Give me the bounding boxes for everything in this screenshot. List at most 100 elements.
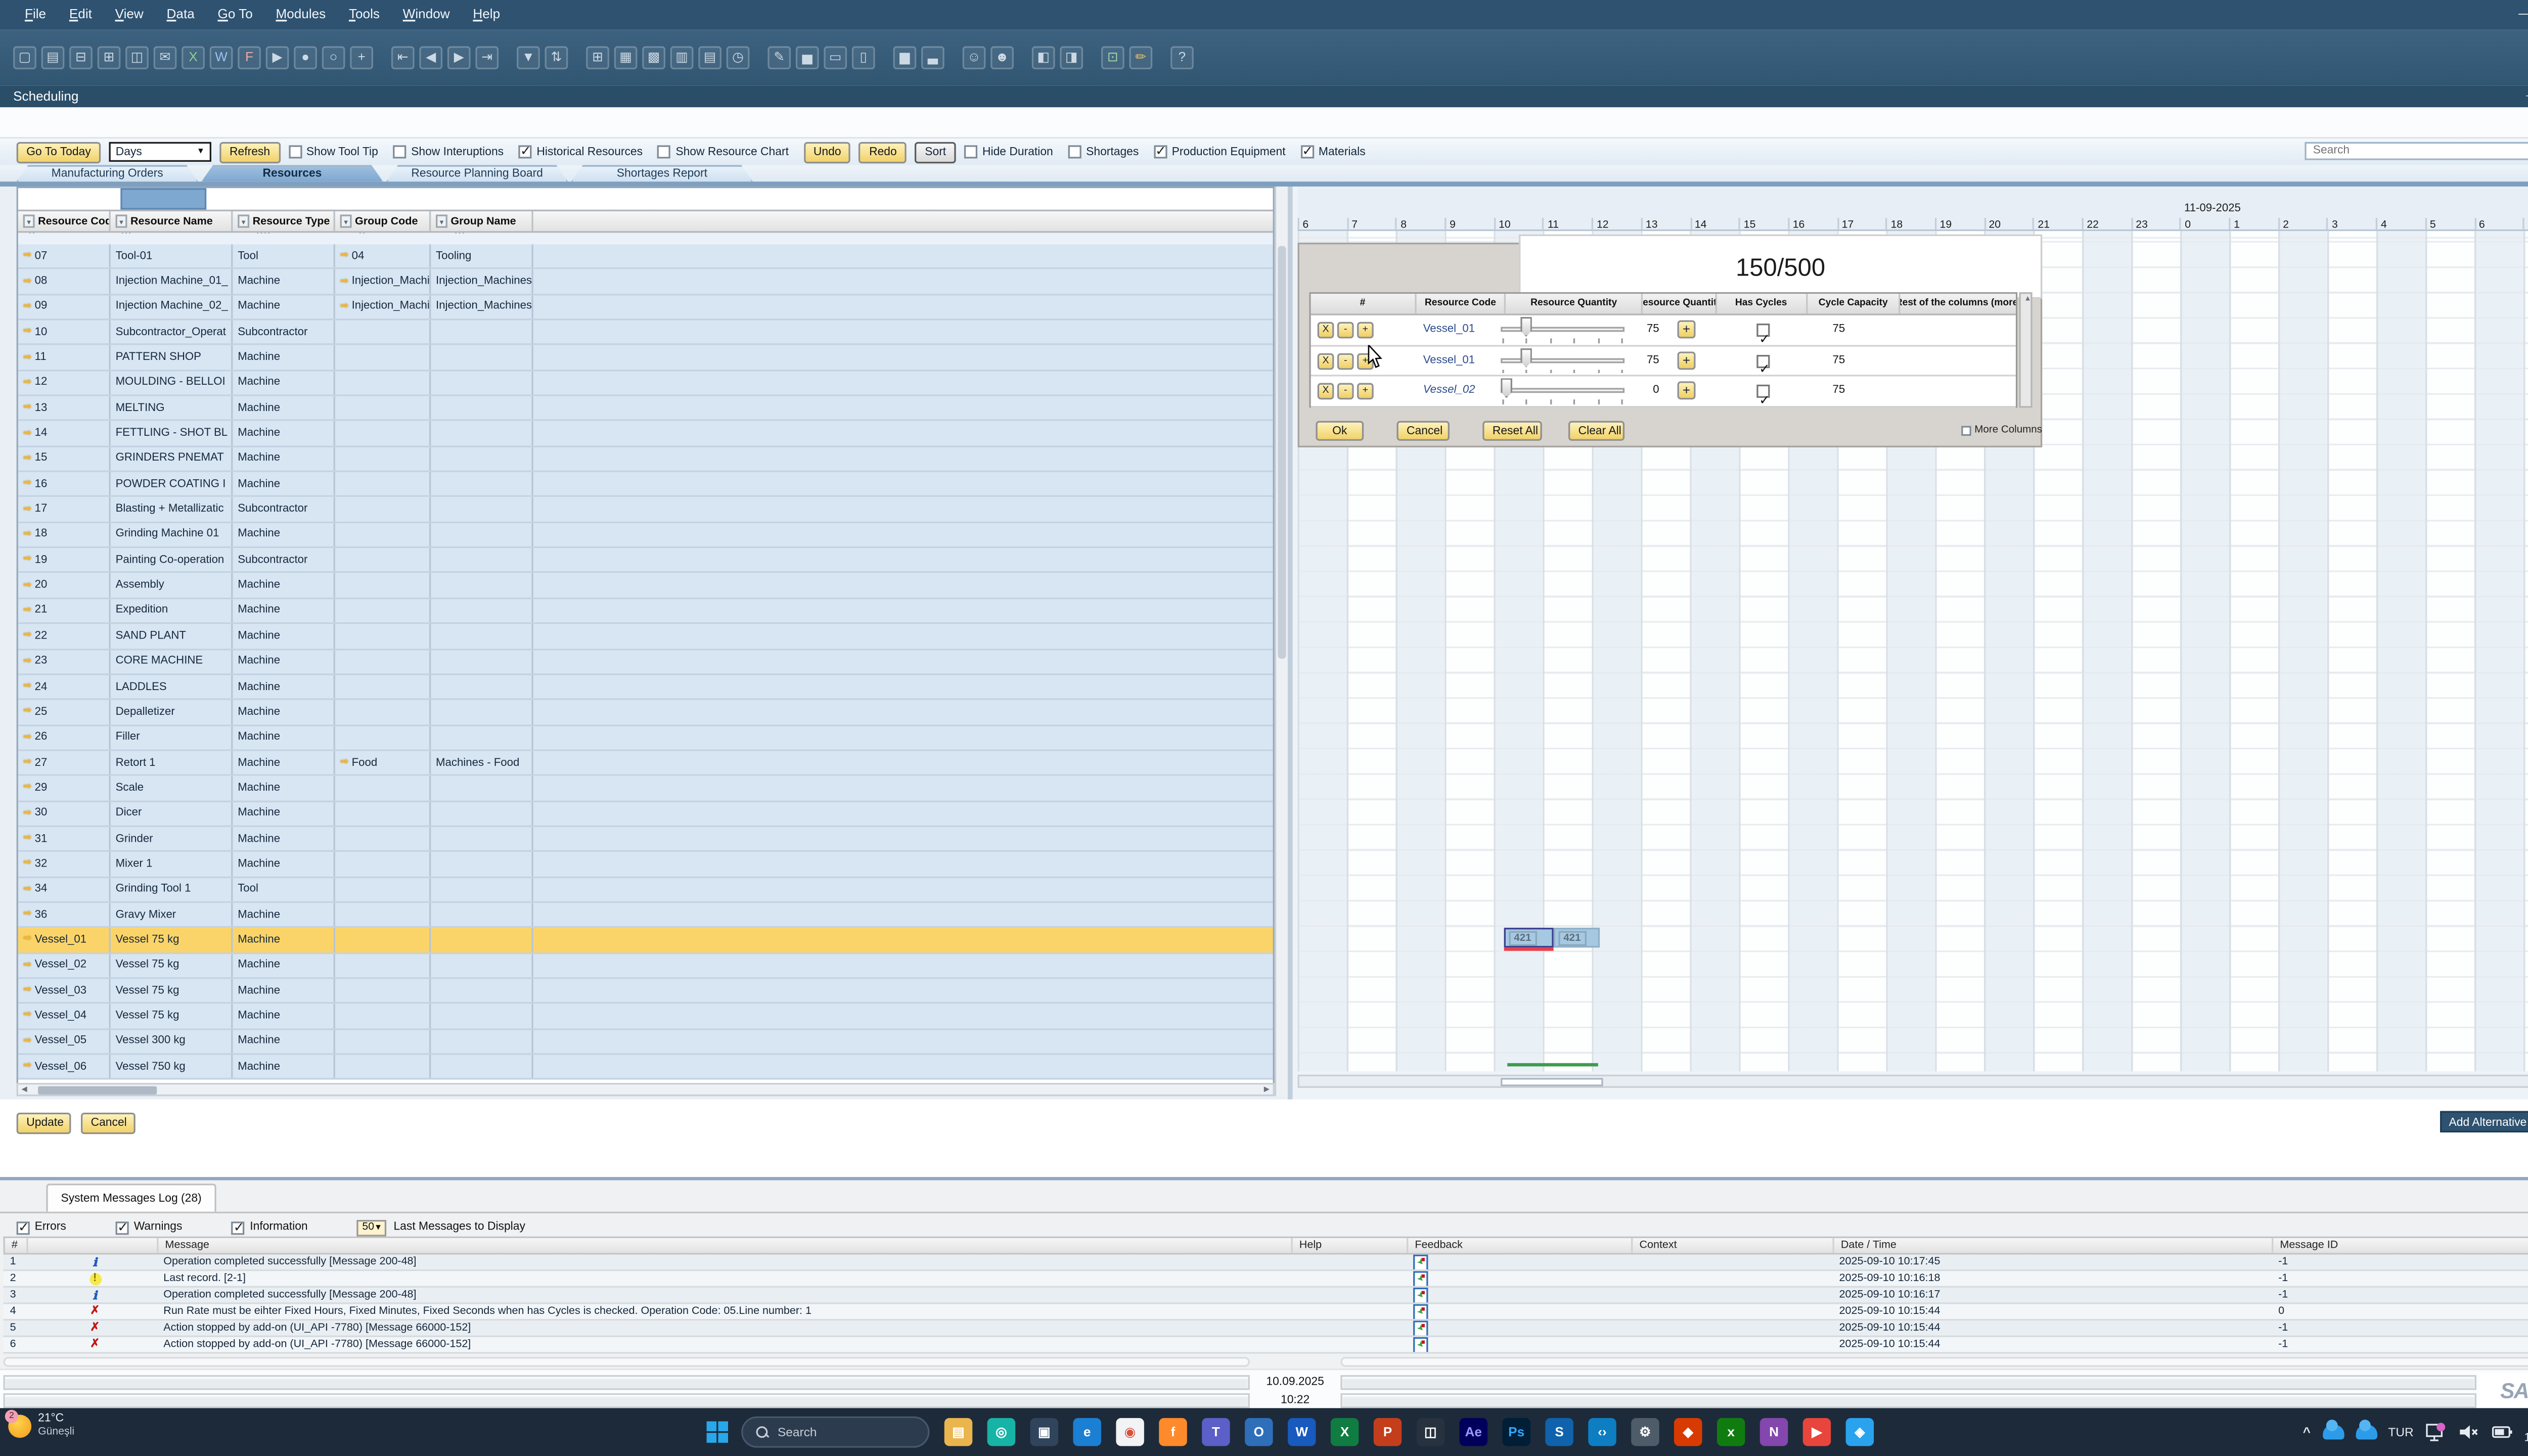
help-icon[interactable]: ? xyxy=(1170,46,1194,69)
link-arrow-icon[interactable]: ➡ xyxy=(340,277,348,287)
app-icon-06[interactable]: f xyxy=(1159,1418,1187,1446)
resource-row[interactable]: ➡Vessel_02Vessel 75 kgMachine xyxy=(18,953,1273,979)
link-arrow-icon[interactable]: ➡ xyxy=(23,505,31,515)
resource-row[interactable]: ➡11PATTERN SHOPMachine xyxy=(18,346,1273,371)
link-arrow-icon[interactable]: ➡ xyxy=(23,961,31,971)
row-delete-button[interactable]: X xyxy=(1318,322,1334,339)
users-icon[interactable]: ☻ xyxy=(990,46,1014,69)
link-arrow-icon[interactable]: ➡ xyxy=(23,758,31,768)
link-arrow-icon[interactable]: ➡ xyxy=(23,555,31,565)
link-arrow-icon[interactable]: ➡ xyxy=(23,631,31,641)
row-decrease-button[interactable]: - xyxy=(1337,352,1354,369)
menu-item-go-to[interactable]: Go To xyxy=(206,0,264,30)
layout-left-icon[interactable]: ◧ xyxy=(1032,46,1055,69)
tab-manufacturing-orders[interactable]: Manufacturing Orders xyxy=(17,165,198,182)
app-icon-20[interactable]: N xyxy=(1760,1418,1788,1446)
message-count-select[interactable]: 50 ▼ xyxy=(357,1219,387,1236)
increase-quantity-button[interactable]: + xyxy=(1678,382,1696,400)
redo-button[interactable]: Redo xyxy=(859,141,907,162)
line-chart-icon[interactable]: ▃ xyxy=(921,46,944,69)
scrollbar-thumb[interactable] xyxy=(38,1086,157,1095)
link-arrow-icon[interactable]: ➡ xyxy=(23,277,31,287)
resource-row[interactable]: ➡12MOULDING - BELLOIMachine xyxy=(18,371,1273,396)
scroll-up-icon[interactable]: ▲ xyxy=(2021,294,2031,304)
sort-button[interactable]: Sort xyxy=(915,141,956,162)
app-icon-22[interactable]: ◈ xyxy=(1846,1418,1874,1446)
resource-row[interactable]: ➡23CORE MACHINEMachine xyxy=(18,650,1273,675)
dialog-cancel-button[interactable]: Cancel xyxy=(1396,421,1449,441)
resource-row[interactable]: ➡Vessel_04Vessel 75 kgMachine xyxy=(18,1004,1273,1029)
quantity-slider[interactable] xyxy=(1501,377,1624,406)
menu-item-modules[interactable]: Modules xyxy=(264,0,337,30)
app-icon-01[interactable]: ▤ xyxy=(944,1418,973,1446)
start-button[interactable] xyxy=(707,1421,728,1442)
table-view-icon[interactable]: ▦ xyxy=(614,46,638,69)
resource-row[interactable]: ➡Vessel_03Vessel 75 kgMachine xyxy=(18,979,1273,1004)
form-settings-icon[interactable]: ⊞ xyxy=(586,46,609,69)
filter-icon[interactable]: ▼ xyxy=(23,214,35,228)
user-icon[interactable]: ☺ xyxy=(963,46,986,69)
document-icon[interactable]: ▭ xyxy=(824,46,847,69)
link-arrow-icon[interactable]: ➡ xyxy=(23,1011,31,1021)
link-arrow-icon[interactable]: ➡ xyxy=(23,403,31,413)
filter-icon[interactable]: ▼ xyxy=(238,214,249,228)
quantity-slider[interactable] xyxy=(1501,315,1624,345)
slider-thumb[interactable] xyxy=(1520,348,1532,368)
resource-row[interactable]: ➡29ScaleMachine xyxy=(18,776,1273,801)
battery-icon[interactable] xyxy=(2491,1421,2512,1442)
filter-icon[interactable]: ▼ xyxy=(116,214,127,228)
option-checkbox-historical-resources[interactable] xyxy=(519,145,532,158)
resource-row[interactable]: ➡32Mixer 1Machine xyxy=(18,852,1273,878)
option-checkbox-show-interuptions[interactable] xyxy=(393,145,406,158)
sort-icon[interactable]: ⇅ xyxy=(545,46,568,69)
option-checkbox-show-resource-chart[interactable] xyxy=(657,145,670,158)
link-arrow-icon[interactable]: ➡ xyxy=(23,783,31,793)
resource-row[interactable]: ➡19Painting Co-operationSubcontractor xyxy=(18,548,1273,573)
rows-icon[interactable]: ▤ xyxy=(698,46,721,69)
column-header-group-name[interactable]: ▼Group Name xyxy=(431,211,533,231)
menu-item-tools[interactable]: Tools xyxy=(337,0,391,30)
row-decrease-button[interactable]: - xyxy=(1337,383,1354,400)
link-arrow-icon[interactable]: ➡ xyxy=(23,251,31,261)
link-arrow-icon[interactable]: ➡ xyxy=(340,302,348,312)
gantt-horizontal-scrollbar[interactable] xyxy=(1298,1075,2528,1088)
previous-record-icon[interactable]: ◀ xyxy=(419,46,442,69)
onedrive-icon[interactable] xyxy=(2355,1425,2376,1439)
app-icon-17[interactable]: ⚙ xyxy=(1631,1418,1659,1446)
link-arrow-icon[interactable]: ➡ xyxy=(23,352,31,362)
has-cycles-checkbox[interactable] xyxy=(1756,354,1770,368)
resource-row[interactable]: ➡14FETTLING - SHOT BLMachine xyxy=(18,422,1273,447)
refresh-button[interactable]: Refresh xyxy=(219,141,280,162)
link-arrow-icon[interactable]: ➡ xyxy=(23,429,31,439)
app-icon-02[interactable]: ◎ xyxy=(987,1418,1016,1446)
option-checkbox-materials[interactable] xyxy=(1300,145,1314,158)
app-icon-08[interactable]: O xyxy=(1245,1418,1273,1446)
report-icon[interactable]: ▯ xyxy=(852,46,875,69)
link-arrow-icon[interactable]: ➡ xyxy=(23,707,31,717)
resource-row[interactable]: ➡17Blasting + MetallizaticSubcontractor xyxy=(18,497,1273,523)
table-horizontal-scrollbar[interactable]: ◀ ▶ xyxy=(17,1083,1275,1096)
resource-row[interactable]: ➡Vessel_01Vessel 75 kgMachine xyxy=(18,928,1273,953)
save-icon[interactable]: ⊟ xyxy=(69,46,93,69)
link-arrow-icon[interactable]: ➡ xyxy=(23,580,31,590)
filter-icon[interactable]: ▼ xyxy=(340,214,352,228)
dialog-reset-all-button[interactable]: Reset All xyxy=(1482,421,1542,441)
app-icon-07[interactable]: T xyxy=(1202,1418,1230,1446)
link-arrow-icon[interactable]: ➡ xyxy=(23,1036,31,1046)
link-arrow-icon[interactable]: ➡ xyxy=(340,251,348,261)
resource-row[interactable]: ➡25DepalletizerMachine xyxy=(18,700,1273,725)
resource-row[interactable]: ➡24LADDLESMachine xyxy=(18,675,1273,700)
add-record-icon[interactable]: + xyxy=(350,46,373,69)
column-header-resource-code[interactable]: ▼Resource Code xyxy=(18,211,111,231)
dialog-ok-button[interactable]: Ok xyxy=(1316,421,1364,441)
resource-row[interactable]: ➡15GRINDERS PNEMATMachine xyxy=(18,447,1273,472)
feedback-icon[interactable] xyxy=(1413,1337,1428,1352)
feedback-icon[interactable] xyxy=(1413,1288,1428,1302)
screen-share-icon[interactable]: ⊡ xyxy=(1101,46,1124,69)
feedback-icon[interactable] xyxy=(1413,1321,1428,1335)
app-icon-10[interactable]: X xyxy=(1331,1418,1359,1446)
link-arrow-icon[interactable]: ➡ xyxy=(23,302,31,312)
link-arrow-icon[interactable]: ➡ xyxy=(340,758,348,768)
slider-thumb[interactable] xyxy=(1501,378,1512,398)
resource-row[interactable]: ➡20AssemblyMachine xyxy=(18,574,1273,599)
